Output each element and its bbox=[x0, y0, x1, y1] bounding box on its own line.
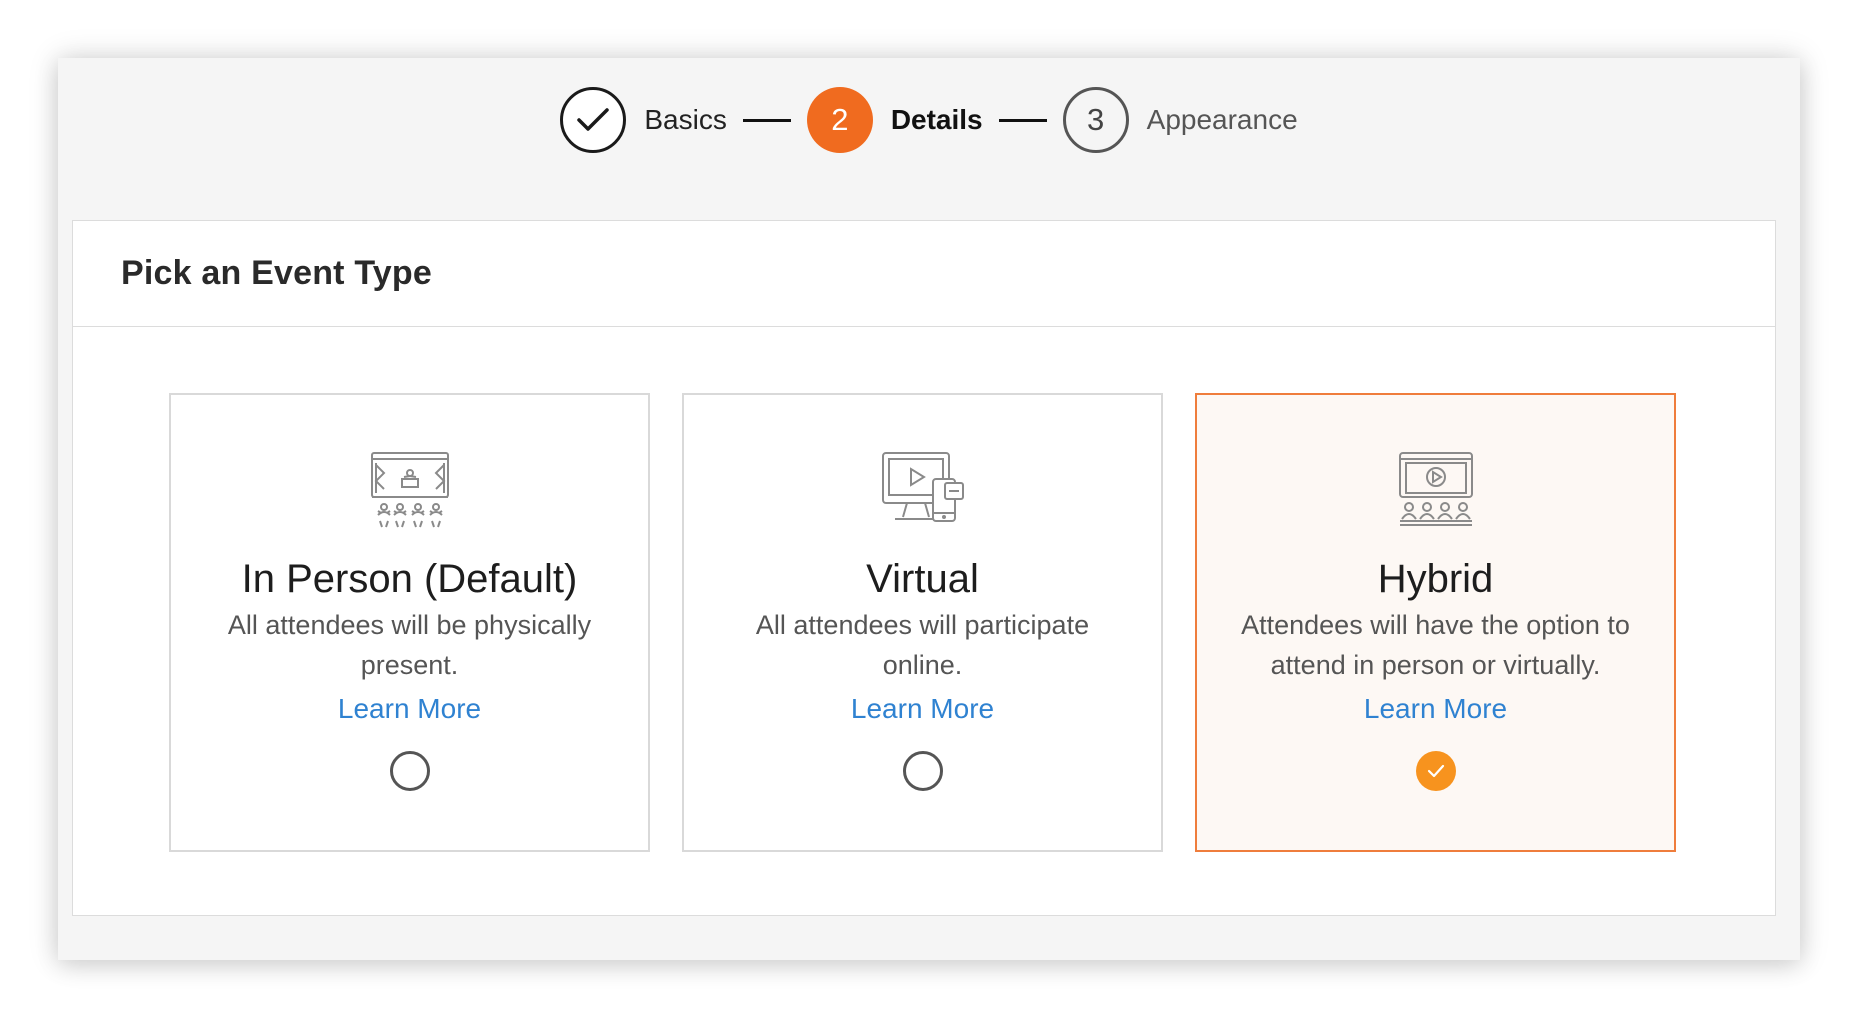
dialog-window: Basics 2 Details 3 Appearance Pick an Ev… bbox=[58, 58, 1800, 960]
step-label: Appearance bbox=[1146, 104, 1298, 135]
event-type-options: In Person (Default) All attendees will b… bbox=[169, 393, 1676, 852]
step-connector bbox=[742, 118, 791, 122]
step-connector bbox=[998, 118, 1047, 122]
panel-header: Pick an Event Type bbox=[73, 221, 1775, 327]
option-description: Attendees will have the option to attend… bbox=[1241, 610, 1630, 680]
step-details[interactable]: 2 Details bbox=[806, 87, 983, 153]
progress-stepper: Basics 2 Details 3 Appearance bbox=[58, 84, 1800, 156]
option-radio-selected[interactable] bbox=[1415, 751, 1456, 791]
option-title: In Person (Default) bbox=[241, 557, 578, 601]
step-label: Basics bbox=[644, 104, 727, 135]
event-type-panel: Pick an Event Type In Person (Default) A… bbox=[72, 220, 1776, 916]
step-basics[interactable]: Basics bbox=[560, 87, 727, 153]
step-number: 3 bbox=[1062, 87, 1129, 153]
learn-more-link[interactable]: Learn More bbox=[1364, 689, 1507, 729]
option-card-hybrid[interactable]: Hybrid Attendees will have the option to… bbox=[1195, 393, 1676, 852]
step-number: 2 bbox=[806, 87, 873, 153]
step-appearance[interactable]: 3 Appearance bbox=[1062, 87, 1298, 153]
step-label: Details bbox=[890, 104, 983, 135]
devices-video-icon bbox=[881, 449, 965, 529]
stage-audience-icon bbox=[368, 449, 452, 529]
checkmark-icon bbox=[1427, 764, 1444, 778]
learn-more-link[interactable]: Learn More bbox=[338, 689, 481, 729]
screen-audience-icon bbox=[1394, 449, 1478, 529]
option-title: Hybrid bbox=[1377, 557, 1494, 601]
option-radio[interactable] bbox=[902, 751, 943, 791]
option-radio[interactable] bbox=[389, 751, 430, 791]
option-description: All attendees will be physically present… bbox=[227, 610, 592, 680]
learn-more-link[interactable]: Learn More bbox=[851, 689, 994, 729]
step-complete-check-icon bbox=[560, 87, 627, 153]
option-card-virtual[interactable]: Virtual All attendees will participate o… bbox=[682, 393, 1163, 852]
option-title: Virtual bbox=[866, 557, 979, 601]
option-card-in-person[interactable]: In Person (Default) All attendees will b… bbox=[169, 393, 650, 852]
option-description: All attendees will participate online. bbox=[755, 610, 1090, 680]
panel-title: Pick an Event Type bbox=[121, 254, 432, 292]
